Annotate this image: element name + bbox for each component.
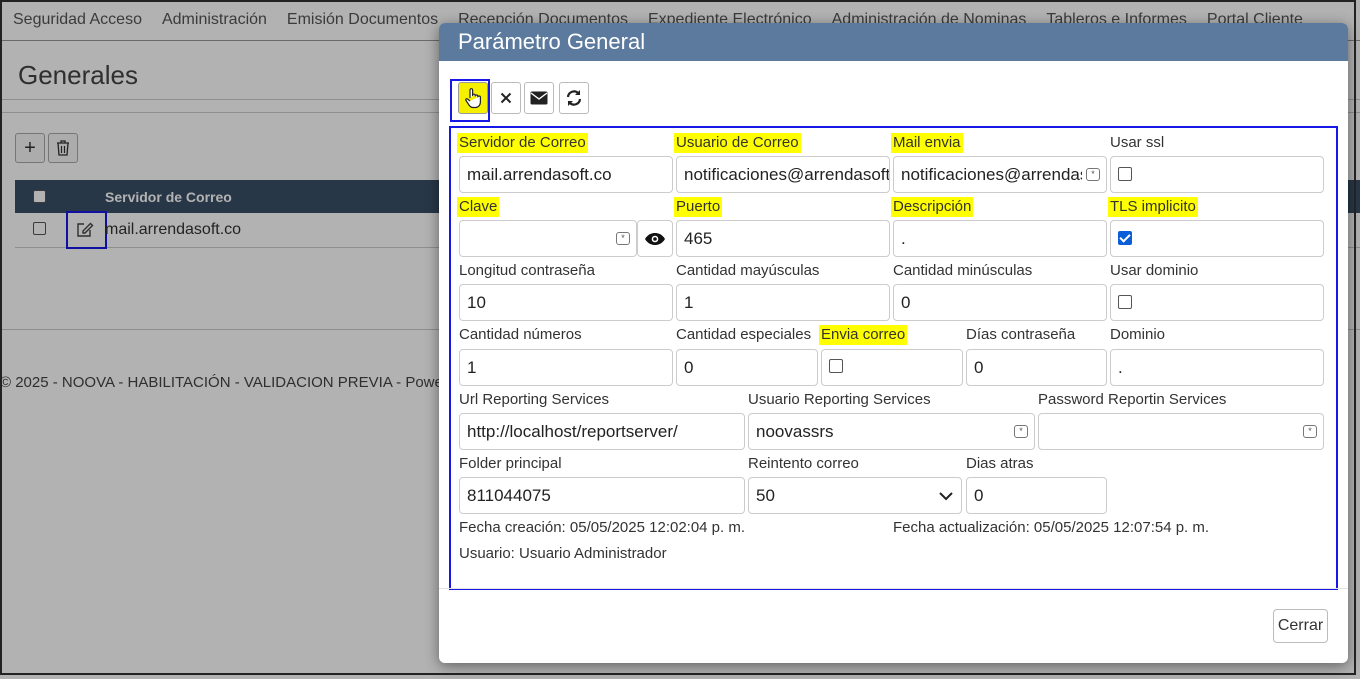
label-servidor-correo: Servidor de Correo: [457, 133, 588, 153]
fecha-actualizacion: Fecha actualización: 05/05/2025 12:07:54…: [893, 519, 1210, 536]
label-dias-contrasena: Días contraseña: [966, 326, 1076, 343]
url-reporting-input[interactable]: http://localhost/reportserver/: [459, 413, 745, 450]
refresh-button[interactable]: [559, 82, 589, 114]
label-password-reporting: Password Reportin Services: [1038, 391, 1227, 408]
puerto-input[interactable]: 465: [676, 220, 890, 257]
label-dias-atras: Dias atras: [966, 455, 1034, 472]
usar-dominio-checkbox[interactable]: [1118, 295, 1132, 309]
label-usar-dominio: Usar dominio: [1110, 262, 1199, 279]
label-url-reporting: Url Reporting Services: [459, 391, 610, 408]
label-usuario-reporting: Usuario Reporting Services: [748, 391, 931, 408]
dias-contrasena-input[interactable]: 0: [966, 349, 1107, 386]
envia-correo-box: [821, 349, 963, 386]
annotation-save-box: [450, 79, 490, 122]
descripcion-input[interactable]: .: [893, 220, 1107, 257]
modal-title: Parámetro General: [458, 29, 646, 54]
label-cantidad-especiales: Cantidad especiales: [676, 326, 812, 343]
tls-implicito-checkbox[interactable]: [1118, 231, 1132, 245]
refresh-icon: [566, 90, 582, 106]
envelope-icon: [530, 91, 548, 105]
usar-dominio-box: [1110, 284, 1324, 321]
fecha-creacion: Fecha creación: 05/05/2025 12:02:04 p. m…: [459, 519, 746, 536]
label-reintento-correo: Reintento correo: [748, 455, 859, 472]
label-dominio: Dominio: [1110, 326, 1166, 343]
label-usuario-correo: Usuario de Correo: [674, 133, 801, 153]
usuario-reporting-input[interactable]: noovassrs *: [748, 413, 1035, 450]
modal-header: Parámetro General: [439, 23, 1348, 61]
cancel-button[interactable]: [491, 82, 521, 114]
reintento-correo-select[interactable]: 50: [748, 477, 962, 514]
password-manager-icon[interactable]: *: [1303, 425, 1317, 438]
chevron-down-icon: [939, 492, 953, 501]
label-envia-correo: Envia correo: [819, 325, 908, 345]
cantidad-especiales-input[interactable]: 0: [676, 349, 818, 386]
eye-icon: [645, 232, 665, 245]
label-longitud-contrasena: Longitud contraseña: [459, 262, 595, 279]
label-descripcion: Descripción: [891, 197, 974, 217]
show-password-button[interactable]: [637, 220, 673, 257]
longitud-contrasena-input[interactable]: 10: [459, 284, 673, 321]
label-mail-envia: Mail envia: [891, 133, 963, 153]
send-mail-button[interactable]: [524, 82, 554, 114]
servidor-correo-input[interactable]: mail.arrendasoft.co: [459, 156, 673, 193]
password-manager-icon[interactable]: *: [1014, 425, 1028, 438]
usuario-info: Usuario: Usuario Administrador: [459, 545, 667, 562]
close-button[interactable]: Cerrar: [1273, 609, 1328, 643]
folder-principal-input[interactable]: 811044075: [459, 477, 745, 514]
usar-ssl-checkbox[interactable]: [1118, 167, 1132, 181]
parametro-general-modal: Parámetro General Servidor de Correo Usu…: [439, 23, 1348, 663]
cantidad-mayusculas-input[interactable]: 1: [676, 284, 890, 321]
tls-implicito-box: [1110, 220, 1324, 257]
cantidad-minusculas-input[interactable]: 0: [893, 284, 1107, 321]
label-tls-implicito: TLS implicito: [1108, 197, 1198, 217]
dias-atras-input[interactable]: 0: [966, 477, 1107, 514]
label-cantidad-minusculas: Cantidad minúsculas: [893, 262, 1033, 279]
label-usar-ssl: Usar ssl: [1110, 134, 1165, 151]
usar-ssl-box: [1110, 156, 1324, 193]
clave-input[interactable]: *: [459, 220, 637, 257]
label-puerto: Puerto: [674, 197, 723, 217]
password-manager-icon[interactable]: *: [616, 232, 630, 245]
mail-envia-input[interactable]: notificaciones@arrendasoft.co*: [893, 156, 1107, 193]
dominio-input[interactable]: .: [1110, 349, 1324, 386]
usuario-correo-input[interactable]: notificaciones@arrendasoft.co: [676, 156, 890, 193]
close-icon: [500, 92, 512, 104]
label-cantidad-numeros: Cantidad números: [459, 326, 582, 343]
modal-footer-divider: [439, 588, 1348, 589]
password-reporting-input[interactable]: *: [1038, 413, 1324, 450]
envia-correo-checkbox[interactable]: [829, 359, 843, 373]
label-folder-principal: Folder principal: [459, 455, 562, 472]
label-clave: Clave: [457, 197, 500, 217]
cantidad-numeros-input[interactable]: 1: [459, 349, 673, 386]
password-manager-icon[interactable]: *: [1086, 168, 1100, 181]
label-cantidad-mayusculas: Cantidad mayúsculas: [676, 262, 820, 279]
